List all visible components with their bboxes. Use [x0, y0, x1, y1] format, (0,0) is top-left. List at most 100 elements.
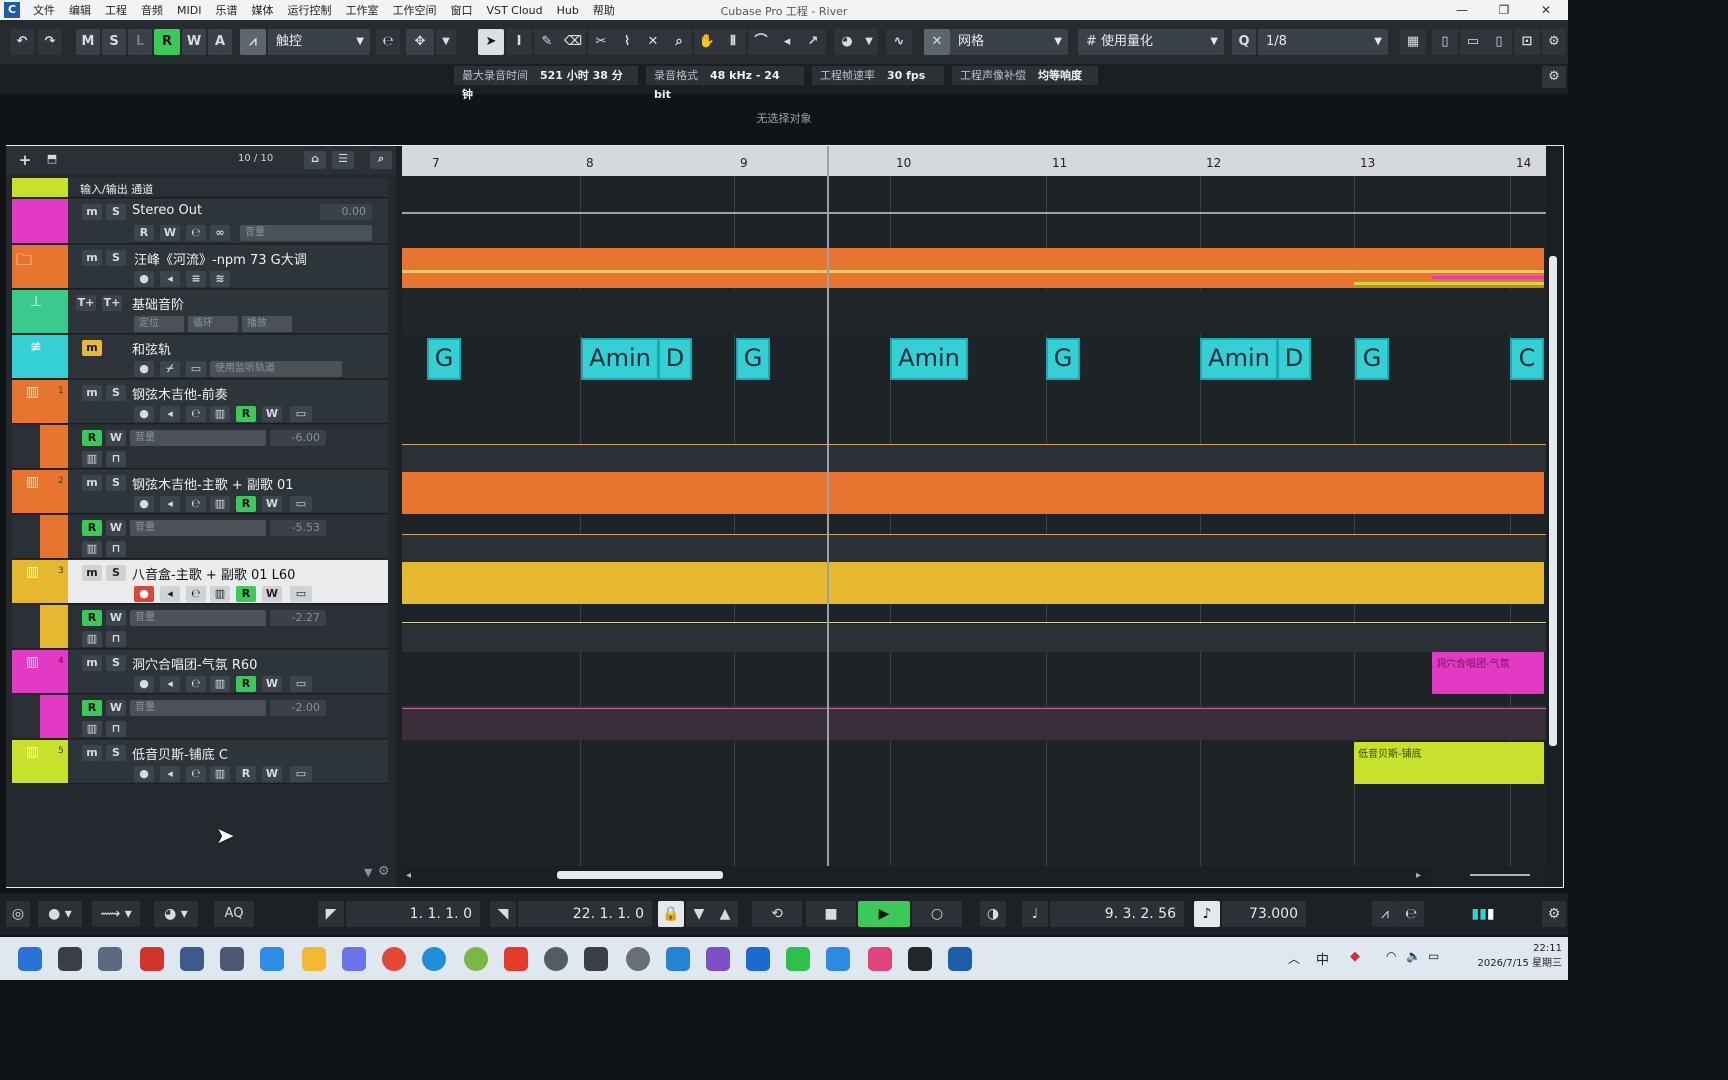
lanes-icon[interactable]: ▭	[290, 676, 312, 692]
capcut-icon[interactable]	[908, 947, 932, 971]
write-automation-button[interactable]: W	[182, 29, 206, 55]
transpose-up-icon[interactable]: T+	[76, 295, 96, 311]
snap-tool-icon[interactable]: ∿	[886, 29, 912, 55]
left-locator-icon[interactable]: ◤	[318, 901, 344, 927]
edit-channel-icon[interactable]: ℮	[186, 406, 206, 422]
punch-in-icon[interactable]: ▼	[686, 901, 712, 927]
search-icon[interactable]: ⌕	[370, 151, 392, 169]
volume-icon[interactable]: 🔈	[1406, 949, 1421, 963]
camera-icon[interactable]	[98, 947, 122, 971]
automation-touch-select[interactable]: 触控 ▼	[268, 29, 370, 55]
midi-event-choir[interactable]: 洞穴合唱团-气氛	[1432, 652, 1544, 694]
cubase-icon[interactable]	[948, 947, 972, 971]
chrome-icon[interactable]	[382, 947, 406, 971]
record-enable-icon[interactable]: ●	[134, 406, 154, 422]
app-icon[interactable]	[626, 947, 650, 971]
color-tool-icon[interactable]: ◕	[834, 29, 860, 55]
menu-studio[interactable]: 工作室	[338, 2, 385, 18]
record-format[interactable]: 录音格式 48 kHz - 24 bit	[646, 66, 804, 101]
event-display[interactable]: 洞穴合唱团-气氛 低音贝斯-铺底	[402, 176, 1546, 866]
volume-field[interactable]: 音量	[130, 430, 266, 446]
mute-button[interactable]: m	[82, 250, 102, 266]
menu-media[interactable]: 媒体	[244, 2, 280, 18]
write-button[interactable]: W	[262, 676, 282, 692]
mute-mode-button[interactable]: M	[76, 29, 100, 55]
mail-icon[interactable]	[260, 947, 284, 971]
add-folder-icon[interactable]: ⬒	[40, 151, 64, 169]
solo-button[interactable]: S	[106, 655, 126, 671]
solo-button[interactable]: S	[106, 565, 126, 581]
monitor-track-field[interactable]: 使用监听轨道	[210, 361, 342, 377]
automation-lane[interactable]	[402, 534, 1546, 562]
automation-lane-3[interactable]: R W 音量 -2.27 ▥ ⊓	[12, 605, 388, 649]
right-locator-icon[interactable]: ◥	[490, 901, 516, 927]
start-icon[interactable]	[18, 947, 42, 971]
write-button[interactable]: W	[106, 430, 126, 446]
chord-event[interactable]: C	[1510, 338, 1544, 380]
mute-button[interactable]: m	[82, 565, 102, 581]
edit-channel-icon[interactable]: ℮	[186, 496, 206, 512]
read-button[interactable]: R	[82, 520, 102, 536]
metronome-note-icon[interactable]: ♩	[1022, 901, 1048, 927]
app-icon[interactable]	[584, 947, 608, 971]
track-acoustic-guitar-intro[interactable]: ▥ 1 m S 钢弦木吉他-前奏 ● ◂ ℮ ▥ R W ▭	[12, 380, 388, 424]
volume-value[interactable]: 0.00	[320, 204, 372, 220]
read-button[interactable]: R	[236, 586, 256, 602]
automation-lane[interactable]	[402, 444, 1546, 472]
chord-event[interactable]: Amin	[581, 338, 659, 380]
h-scroll-thumb[interactable]	[557, 871, 723, 879]
show-lanes-icon[interactable]: ▥	[82, 721, 102, 737]
track-name[interactable]: 洞穴合唱团-气氛 R60	[132, 654, 257, 673]
erase-tool-icon[interactable]: ⌫	[560, 29, 586, 55]
locate-button[interactable]: 定位	[134, 316, 184, 332]
performance-icon[interactable]: ◕ ▾	[154, 901, 198, 927]
click-icon[interactable]: ⩘	[1372, 901, 1398, 927]
edit-channel-icon[interactable]: ℮	[186, 586, 206, 602]
audio-level-icon[interactable]: ⟿ ▾	[92, 901, 140, 927]
play-icon[interactable]: ▶	[858, 901, 910, 927]
ruler-bar-14[interactable]: 14	[1516, 156, 1531, 170]
mute-button[interactable]: m	[82, 340, 102, 356]
volume-value[interactable]: -2.00	[270, 700, 326, 716]
draw-tool-icon[interactable]: ✎	[534, 29, 560, 55]
instrument-edit-icon[interactable]: ▥	[210, 496, 230, 512]
track-acoustic-guitar-verse[interactable]: ▥ 2 m S 钢弦木吉他-主歌 + 副歌 01 ● ◂ ℮ ▥ R W ▭	[12, 470, 388, 514]
tray-app-icon[interactable]: ◆	[1350, 949, 1360, 964]
midi-event-guitar-verse[interactable]	[402, 472, 1544, 514]
widgets-icon[interactable]	[220, 947, 244, 971]
write-button[interactable]: W	[262, 766, 282, 782]
record-enable-icon[interactable]: ●	[134, 361, 154, 377]
record-icon[interactable]: ○	[912, 901, 962, 927]
undo-icon[interactable]: ↶	[10, 29, 34, 55]
track-name[interactable]: 八音盒-主歌 + 副歌 01 L60	[132, 564, 295, 583]
record-enable-icon[interactable]: ●	[134, 766, 154, 782]
timewarp-tool-icon[interactable]: ⦀	[720, 29, 746, 55]
left-locator-field[interactable]: 1. 1. 1. 0	[346, 901, 480, 927]
track-name[interactable]: 和弦轨	[132, 339, 171, 358]
tray-chevron-icon[interactable]: ︿	[1288, 950, 1300, 967]
write-button[interactable]: W	[262, 496, 282, 512]
write-button[interactable]: W	[106, 700, 126, 716]
monitor-icon[interactable]: ◂	[160, 676, 180, 692]
chevron-down-icon[interactable]: ▼	[436, 29, 456, 55]
edit-channel-icon[interactable]: ℮	[186, 676, 206, 692]
chord-event[interactable]: D	[658, 338, 692, 380]
chord-event[interactable]: G	[736, 338, 770, 380]
visual-studio-icon[interactable]	[706, 947, 730, 971]
zoom-tool-icon[interactable]: ⌕	[666, 29, 692, 55]
automation-mode-button[interactable]: A	[208, 29, 232, 55]
project-cursor[interactable]	[827, 146, 829, 866]
chord-event[interactable]: G	[427, 338, 461, 380]
write-button[interactable]: W	[262, 406, 282, 422]
vscode-icon[interactable]	[666, 947, 690, 971]
wifi-icon[interactable]: ◠	[1386, 949, 1396, 963]
volume-field[interactable]: 音量	[130, 700, 266, 716]
close-icon[interactable]: ✕	[1526, 0, 1566, 20]
midi-event-bass[interactable]: 低音贝斯-铺底	[1354, 742, 1544, 784]
play-tool-icon[interactable]: ◂	[774, 29, 800, 55]
automation-lane-2[interactable]: R W 音量 -5.53 ▥ ⊓	[12, 515, 388, 559]
wechat-icon[interactable]	[786, 947, 810, 971]
mute-button[interactable]: m	[82, 385, 102, 401]
glue-tool-icon[interactable]: ⌇	[614, 29, 640, 55]
automation-lane-4[interactable]: R W 音量 -2.00 ▥ ⊓	[12, 695, 388, 739]
